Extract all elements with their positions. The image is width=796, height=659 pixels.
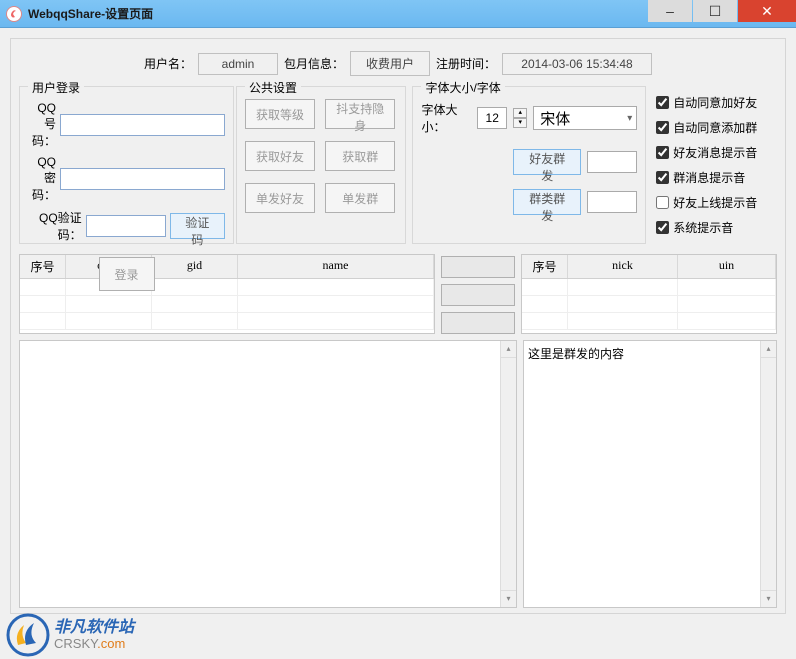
group-mass-input[interactable]: [587, 191, 637, 213]
window-title: WebqqShare-设置页面: [28, 5, 648, 22]
mid-button-3[interactable]: [441, 312, 515, 334]
font-size-label: 字体大小：: [421, 101, 471, 135]
friend-mass-button[interactable]: 好友群发: [513, 149, 581, 175]
group-mass-button[interactable]: 群类群发: [513, 189, 581, 215]
font-size-up[interactable]: ▴: [513, 108, 527, 118]
mid-button-1[interactable]: [441, 256, 515, 278]
public-title: 公共设置: [245, 79, 301, 96]
font-fieldset: 字体大小/字体 字体大小： ▴ ▾ 宋体 好友群发 群类群发: [412, 86, 646, 244]
friend-online-sound-check[interactable]: [656, 196, 669, 209]
scrollbar[interactable]: [500, 341, 516, 607]
table-row[interactable]: [522, 296, 776, 313]
col-uin: uin: [678, 255, 776, 278]
close-button[interactable]: ✕: [738, 0, 796, 22]
send-group-button[interactable]: 单发群: [325, 183, 395, 213]
qq-password-label: QQ 密 码：: [28, 155, 56, 203]
qq-captcha-input[interactable]: [86, 215, 166, 237]
group-msg-sound-check[interactable]: [656, 171, 669, 184]
table-row[interactable]: [20, 296, 434, 313]
username-value: admin: [198, 53, 278, 75]
watermark-icon: [6, 613, 50, 657]
maximize-button[interactable]: ☐: [693, 0, 737, 22]
watermark: 非凡软件站 CRSKY.com: [6, 613, 134, 657]
billing-value: 收费用户: [350, 51, 430, 76]
qq-number-input[interactable]: [60, 114, 225, 136]
col-nick: nick: [568, 255, 678, 278]
get-friends-button[interactable]: 获取好友: [245, 141, 315, 171]
col-seq: 序号: [522, 255, 568, 278]
titlebar: WebqqShare-设置页面 – ☐ ✕: [0, 0, 796, 28]
textarea-left[interactable]: [19, 340, 517, 608]
regtime-value: 2014-03-06 15:34:48: [502, 53, 652, 75]
font-size-input[interactable]: [477, 107, 507, 129]
font-title: 字体大小/字体: [421, 79, 504, 96]
shake-hide-button[interactable]: 抖支持隐身: [325, 99, 395, 129]
login-fieldset: 用户登录 QQ 号 码： QQ 密 码： QQ验证码： 验证码 登录: [19, 86, 234, 244]
send-friend-button[interactable]: 单发好友: [245, 183, 315, 213]
col-name: name: [238, 255, 434, 278]
options-checks: 自动同意加好友 自动同意添加群 好友消息提示音 群消息提示音 好友上线提示音 系…: [648, 86, 777, 244]
qq-number-label: QQ 号 码：: [28, 101, 56, 149]
friend-mass-input[interactable]: [587, 151, 637, 173]
auto-friend-check[interactable]: [656, 96, 669, 109]
qq-password-input[interactable]: [60, 168, 225, 190]
minimize-button[interactable]: –: [648, 0, 692, 22]
qq-captcha-label: QQ验证码：: [28, 209, 82, 243]
get-level-button[interactable]: 获取等级: [245, 99, 315, 129]
textarea-right[interactable]: 这里是群发的内容: [523, 340, 777, 608]
public-fieldset: 公共设置 获取等级 抖支持隐身 获取好友 获取群 单发好友 单发群: [236, 86, 406, 244]
app-icon: [6, 6, 22, 22]
auto-group-check[interactable]: [656, 121, 669, 134]
mid-button-2[interactable]: [441, 284, 515, 306]
billing-label: 包月信息：: [284, 55, 344, 72]
regtime-label: 注册时间：: [436, 55, 496, 72]
login-button[interactable]: 登录: [99, 257, 155, 291]
friend-msg-sound-check[interactable]: [656, 146, 669, 159]
table-row[interactable]: [522, 313, 776, 330]
table-row[interactable]: [20, 313, 434, 330]
captcha-button[interactable]: 验证码: [170, 213, 225, 239]
username-label: 用户名：: [144, 55, 192, 72]
scrollbar[interactable]: [760, 341, 776, 607]
table-row[interactable]: [522, 279, 776, 296]
font-size-down[interactable]: ▾: [513, 118, 527, 128]
get-groups-button[interactable]: 获取群: [325, 141, 395, 171]
font-family-combo[interactable]: 宋体: [533, 106, 637, 130]
login-title: 用户登录: [28, 79, 84, 96]
grid-right[interactable]: 序号 nick uin: [521, 254, 777, 334]
system-sound-check[interactable]: [656, 221, 669, 234]
